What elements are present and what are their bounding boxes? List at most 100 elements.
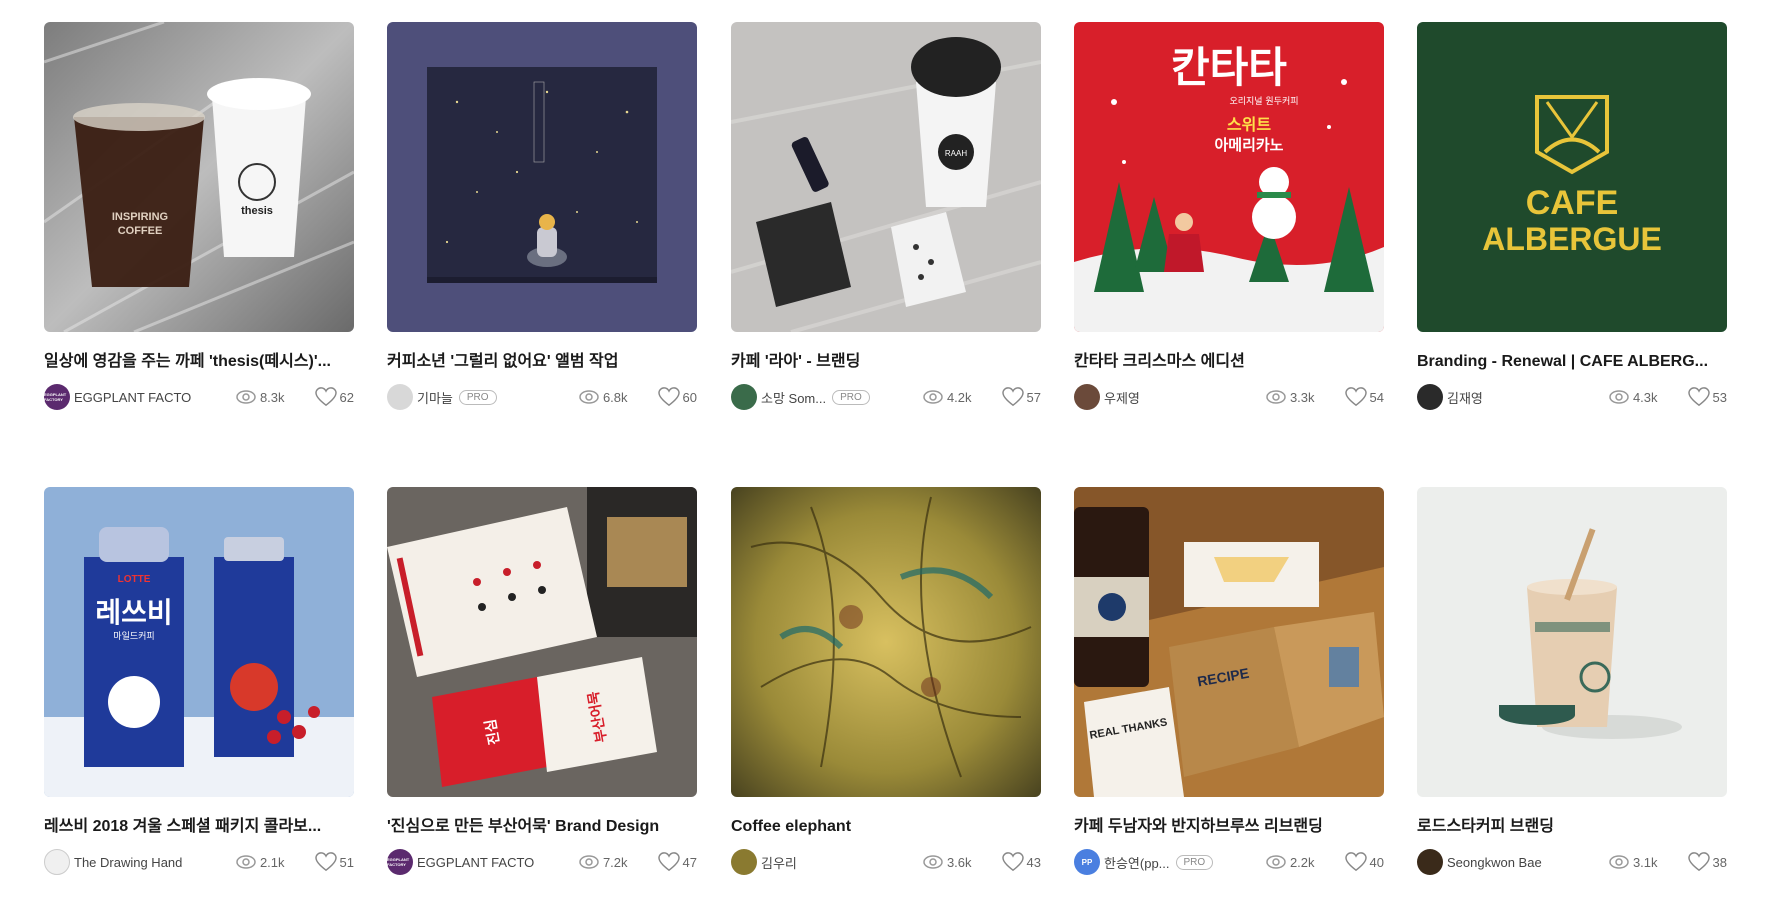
view-count-value: 4.3k <box>1632 389 1658 405</box>
like-count-value: 57 <box>1026 389 1041 405</box>
avatar[interactable] <box>731 849 757 875</box>
avatar-label: PP <box>1081 857 1093 867</box>
project-thumbnail[interactable] <box>731 487 1041 797</box>
like-count[interactable]: 54 <box>1344 387 1384 407</box>
view-count: 4.3k <box>1609 390 1658 405</box>
like-count[interactable]: 38 <box>1687 852 1727 872</box>
heart-icon[interactable] <box>1001 387 1024 407</box>
project-thumbnail[interactable]: 진심 부산어묵 <box>387 487 697 797</box>
project-card[interactable]: RAAH 카페 '라아' - 브랜딩 소망 Som... PRO 4.2k 57 <box>731 22 1041 411</box>
heart-icon[interactable] <box>657 852 680 872</box>
avatar[interactable]: PP <box>1074 849 1100 875</box>
heart-icon[interactable] <box>1344 852 1367 872</box>
eye-icon <box>579 855 599 869</box>
project-thumbnail[interactable]: LOTTE 레쓰비 마일드커피 <box>44 487 354 797</box>
view-count: 3.3k <box>1266 390 1315 405</box>
view-count: 7.2k <box>579 855 628 870</box>
avatar[interactable]: EGGPLANT FACTORY <box>387 849 413 875</box>
project-meta: 기마늘 PRO 6.8k 60 <box>387 383 697 411</box>
project-title[interactable]: 카페 두남자와 반지하브루쓰 리브랜딩 <box>1074 817 1384 837</box>
project-meta: 김재영 4.3k 53 <box>1417 383 1727 411</box>
project-thumbnail[interactable]: INSPIRING COFFEE thesis <box>44 22 354 332</box>
avatar[interactable] <box>44 849 70 875</box>
project-title[interactable]: 카페 '라아' - 브랜딩 <box>731 352 1041 372</box>
svg-text:아메리카노: 아메리카노 <box>1214 136 1283 154</box>
project-meta: PP 한승연(pp... PRO 2.2k 40 <box>1074 848 1384 876</box>
avatar[interactable] <box>731 384 757 410</box>
like-count[interactable]: 62 <box>314 387 354 407</box>
author-name[interactable]: EGGPLANT FACTO <box>74 390 191 405</box>
view-count: 8.3k <box>236 390 285 405</box>
thumbnail-image <box>387 22 697 332</box>
like-count[interactable]: 40 <box>1344 852 1384 872</box>
eye-icon <box>236 390 256 404</box>
avatar-label: EGGPLANT FACTORY <box>387 857 410 867</box>
avatar[interactable] <box>1417 849 1443 875</box>
author-name[interactable]: The Drawing Hand <box>74 855 182 870</box>
avatar[interactable] <box>387 384 413 410</box>
heart-icon[interactable] <box>1687 852 1710 872</box>
project-card[interactable]: 칸타타 오리지널 원두커피 스위트 아메리카노 칸타타 크리스마스 에디션 우제… <box>1074 22 1384 411</box>
heart-icon[interactable] <box>314 852 337 872</box>
author-name[interactable]: 우제영 <box>1104 388 1140 407</box>
view-count: 2.2k <box>1266 855 1315 870</box>
project-thumbnail[interactable]: CAFE ALBERGUE <box>1417 22 1727 332</box>
heart-icon[interactable] <box>1344 387 1367 407</box>
avatar[interactable] <box>1074 384 1100 410</box>
project-thumbnail[interactable]: 칸타타 오리지널 원두커피 스위트 아메리카노 <box>1074 22 1384 332</box>
project-title[interactable]: Branding - Renewal | CAFE ALBERG... <box>1417 352 1727 372</box>
project-card[interactable]: CAFE ALBERGUE Branding - Renewal | CAFE … <box>1417 22 1727 411</box>
project-title[interactable]: '진심으로 만든 부산어묵' Brand Design <box>387 817 697 837</box>
project-title[interactable]: 일상에 영감을 주는 까페 'thesis(떼시스)'... <box>44 352 354 372</box>
project-card[interactable]: 진심 부산어묵 '진심으로 만든 부산어묵' Brand Design EGGP… <box>387 487 697 876</box>
like-count[interactable]: 43 <box>1001 852 1041 872</box>
project-meta: Seongkwon Bae 3.1k 38 <box>1417 848 1727 876</box>
project-meta: 우제영 3.3k 54 <box>1074 383 1384 411</box>
author-name[interactable]: 기마늘 <box>417 388 453 407</box>
project-title[interactable]: Coffee elephant <box>731 817 1041 837</box>
like-count-value: 60 <box>682 389 697 405</box>
project-card[interactable]: Coffee elephant 김우리 3.6k 43 <box>731 487 1041 876</box>
author-name[interactable]: 소망 Som... <box>761 388 826 407</box>
heart-icon[interactable] <box>657 387 680 407</box>
thumbnail-image: CAFE ALBERGUE <box>1417 22 1727 332</box>
project-title[interactable]: 로드스타커피 브랜딩 <box>1417 817 1727 837</box>
avatar[interactable] <box>1417 384 1443 410</box>
view-count: 3.6k <box>923 855 972 870</box>
view-count-value: 3.1k <box>1632 854 1658 870</box>
like-count-value: 47 <box>682 854 697 870</box>
author-name[interactable]: Seongkwon Bae <box>1447 855 1542 870</box>
author-name[interactable]: EGGPLANT FACTO <box>417 855 534 870</box>
project-title[interactable]: 레쓰비 2018 겨울 스페셜 패키지 콜라보... <box>44 817 354 837</box>
project-card[interactable]: RECIPE REAL THANKS 카페 두남자와 반지하브루쓰 리브랜딩 P… <box>1074 487 1384 876</box>
project-card[interactable]: LOTTE 레쓰비 마일드커피 레쓰비 2018 겨울 스페셜 패키지 콜라보.… <box>44 487 354 876</box>
author-name[interactable]: 김재영 <box>1447 388 1483 407</box>
view-count-value: 2.1k <box>259 854 285 870</box>
project-card[interactable]: 로드스타커피 브랜딩 Seongkwon Bae 3.1k 38 <box>1417 487 1727 876</box>
project-thumbnail[interactable]: RAAH <box>731 22 1041 332</box>
heart-icon[interactable] <box>1687 387 1710 407</box>
like-count[interactable]: 60 <box>657 387 697 407</box>
svg-text:마일드커피: 마일드커피 <box>113 631 154 642</box>
project-thumbnail[interactable]: RECIPE REAL THANKS <box>1074 487 1384 797</box>
project-card[interactable]: 커피소년 '그럴리 없어요' 앨범 작업 기마늘 PRO 6.8k 60 <box>387 22 697 411</box>
author-name[interactable]: 김우리 <box>761 853 797 872</box>
author-name[interactable]: 한승연(pp... <box>1104 853 1170 872</box>
heart-icon[interactable] <box>1001 852 1024 872</box>
like-count[interactable]: 57 <box>1001 387 1041 407</box>
svg-text:오리지널 원두커피: 오리지널 원두커피 <box>1229 96 1298 107</box>
project-card[interactable]: INSPIRING COFFEE thesis 일상에 영감을 주는 까페 't… <box>44 22 354 411</box>
pro-badge: PRO <box>832 389 870 405</box>
heart-icon[interactable] <box>314 387 337 407</box>
project-title[interactable]: 커피소년 '그럴리 없어요' 앨범 작업 <box>387 352 697 372</box>
project-title[interactable]: 칸타타 크리스마스 에디션 <box>1074 352 1384 372</box>
like-count[interactable]: 47 <box>657 852 697 872</box>
project-thumbnail[interactable] <box>1417 487 1727 797</box>
eye-icon <box>1609 855 1629 869</box>
like-count[interactable]: 51 <box>314 852 354 872</box>
like-count[interactable]: 53 <box>1687 387 1727 407</box>
avatar[interactable]: EGGPLANT FACTORY <box>44 384 70 410</box>
project-thumbnail[interactable] <box>387 22 697 332</box>
svg-text:스위트: 스위트 <box>1227 115 1271 134</box>
view-count: 6.8k <box>579 390 628 405</box>
